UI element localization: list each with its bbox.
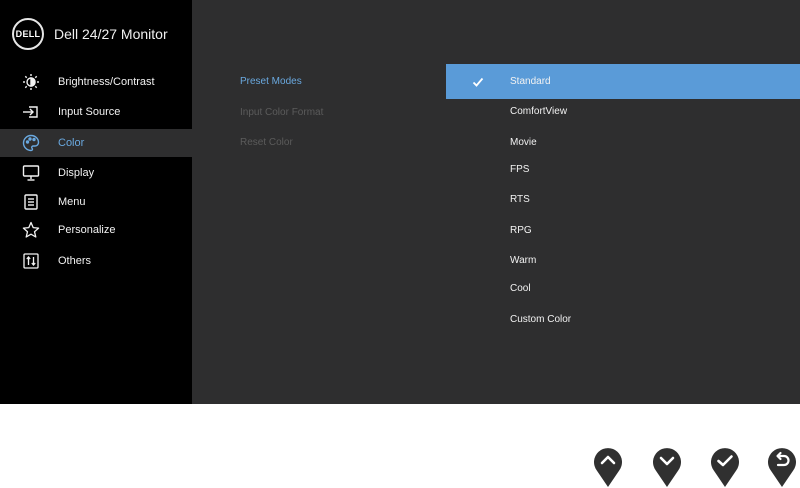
dell-logo: DELL (12, 18, 44, 50)
confirm-button[interactable] (709, 444, 741, 488)
osd-window: DELL Dell 24/27 Monitor Brightness/Contr… (0, 0, 800, 404)
option-label: Warm (510, 254, 537, 266)
sidebar-item-label: Personalize (58, 224, 116, 236)
sidebar-item-input-source[interactable]: Input Source (0, 98, 192, 126)
submenu-item-reset-color[interactable]: Reset Color (240, 137, 293, 148)
brand-header: DELL Dell 24/27 Monitor (12, 16, 168, 52)
option-label: RTS (510, 193, 530, 205)
option-rpg[interactable]: RPG (446, 213, 800, 247)
check-icon (446, 76, 510, 88)
option-custom-color[interactable]: Custom Color (446, 302, 800, 336)
option-cool[interactable]: Cool (446, 271, 800, 305)
sidebar-item-label: Brightness/Contrast (58, 76, 155, 88)
star-icon (22, 221, 40, 239)
option-label: Movie (510, 136, 537, 148)
sidebar-item-color[interactable]: Color (0, 129, 192, 157)
sidebar: DELL Dell 24/27 Monitor Brightness/Contr… (0, 0, 192, 404)
input-source-icon (22, 103, 40, 121)
back-button[interactable] (766, 444, 798, 488)
sidebar-item-others[interactable]: Others (0, 247, 192, 275)
option-label: ComfortView (510, 105, 568, 117)
chevron-up-icon (594, 448, 622, 487)
display-icon (22, 164, 40, 182)
sidebar-item-label: Color (58, 137, 85, 149)
option-rts[interactable]: RTS (446, 182, 800, 216)
others-icon (22, 252, 40, 270)
option-label: Cool (510, 282, 531, 294)
sidebar-item-menu[interactable]: Menu (0, 188, 192, 216)
down-button[interactable] (651, 444, 683, 488)
up-button[interactable] (592, 444, 624, 488)
sidebar-item-brightness-contrast[interactable]: Brightness/Contrast (0, 68, 192, 96)
submenu-item-input-color-format[interactable]: Input Color Format (240, 107, 323, 118)
color-palette-icon (22, 134, 40, 152)
sidebar-item-label: Others (58, 255, 92, 267)
option-label: FPS (510, 163, 530, 175)
chevron-down-icon (653, 448, 681, 487)
option-label: RPG (510, 224, 532, 236)
back-icon (768, 448, 796, 487)
menu-icon (22, 193, 40, 211)
sidebar-item-label: Display (58, 167, 95, 179)
sidebar-item-personalize[interactable]: Personalize (0, 216, 192, 244)
option-fps[interactable]: FPS (446, 152, 800, 186)
brightness-icon (22, 73, 40, 91)
sidebar-item-display[interactable]: Display (0, 159, 192, 187)
check-icon (711, 448, 739, 487)
model-title: Dell 24/27 Monitor (54, 26, 168, 42)
option-label: Standard (510, 76, 551, 87)
sidebar-item-label: Menu (58, 196, 86, 208)
option-comfortview[interactable]: ComfortView (446, 94, 800, 128)
sidebar-item-label: Input Source (58, 106, 121, 118)
submenu-item-preset-modes[interactable]: Preset Modes (240, 76, 302, 87)
option-label: Custom Color (510, 313, 572, 325)
